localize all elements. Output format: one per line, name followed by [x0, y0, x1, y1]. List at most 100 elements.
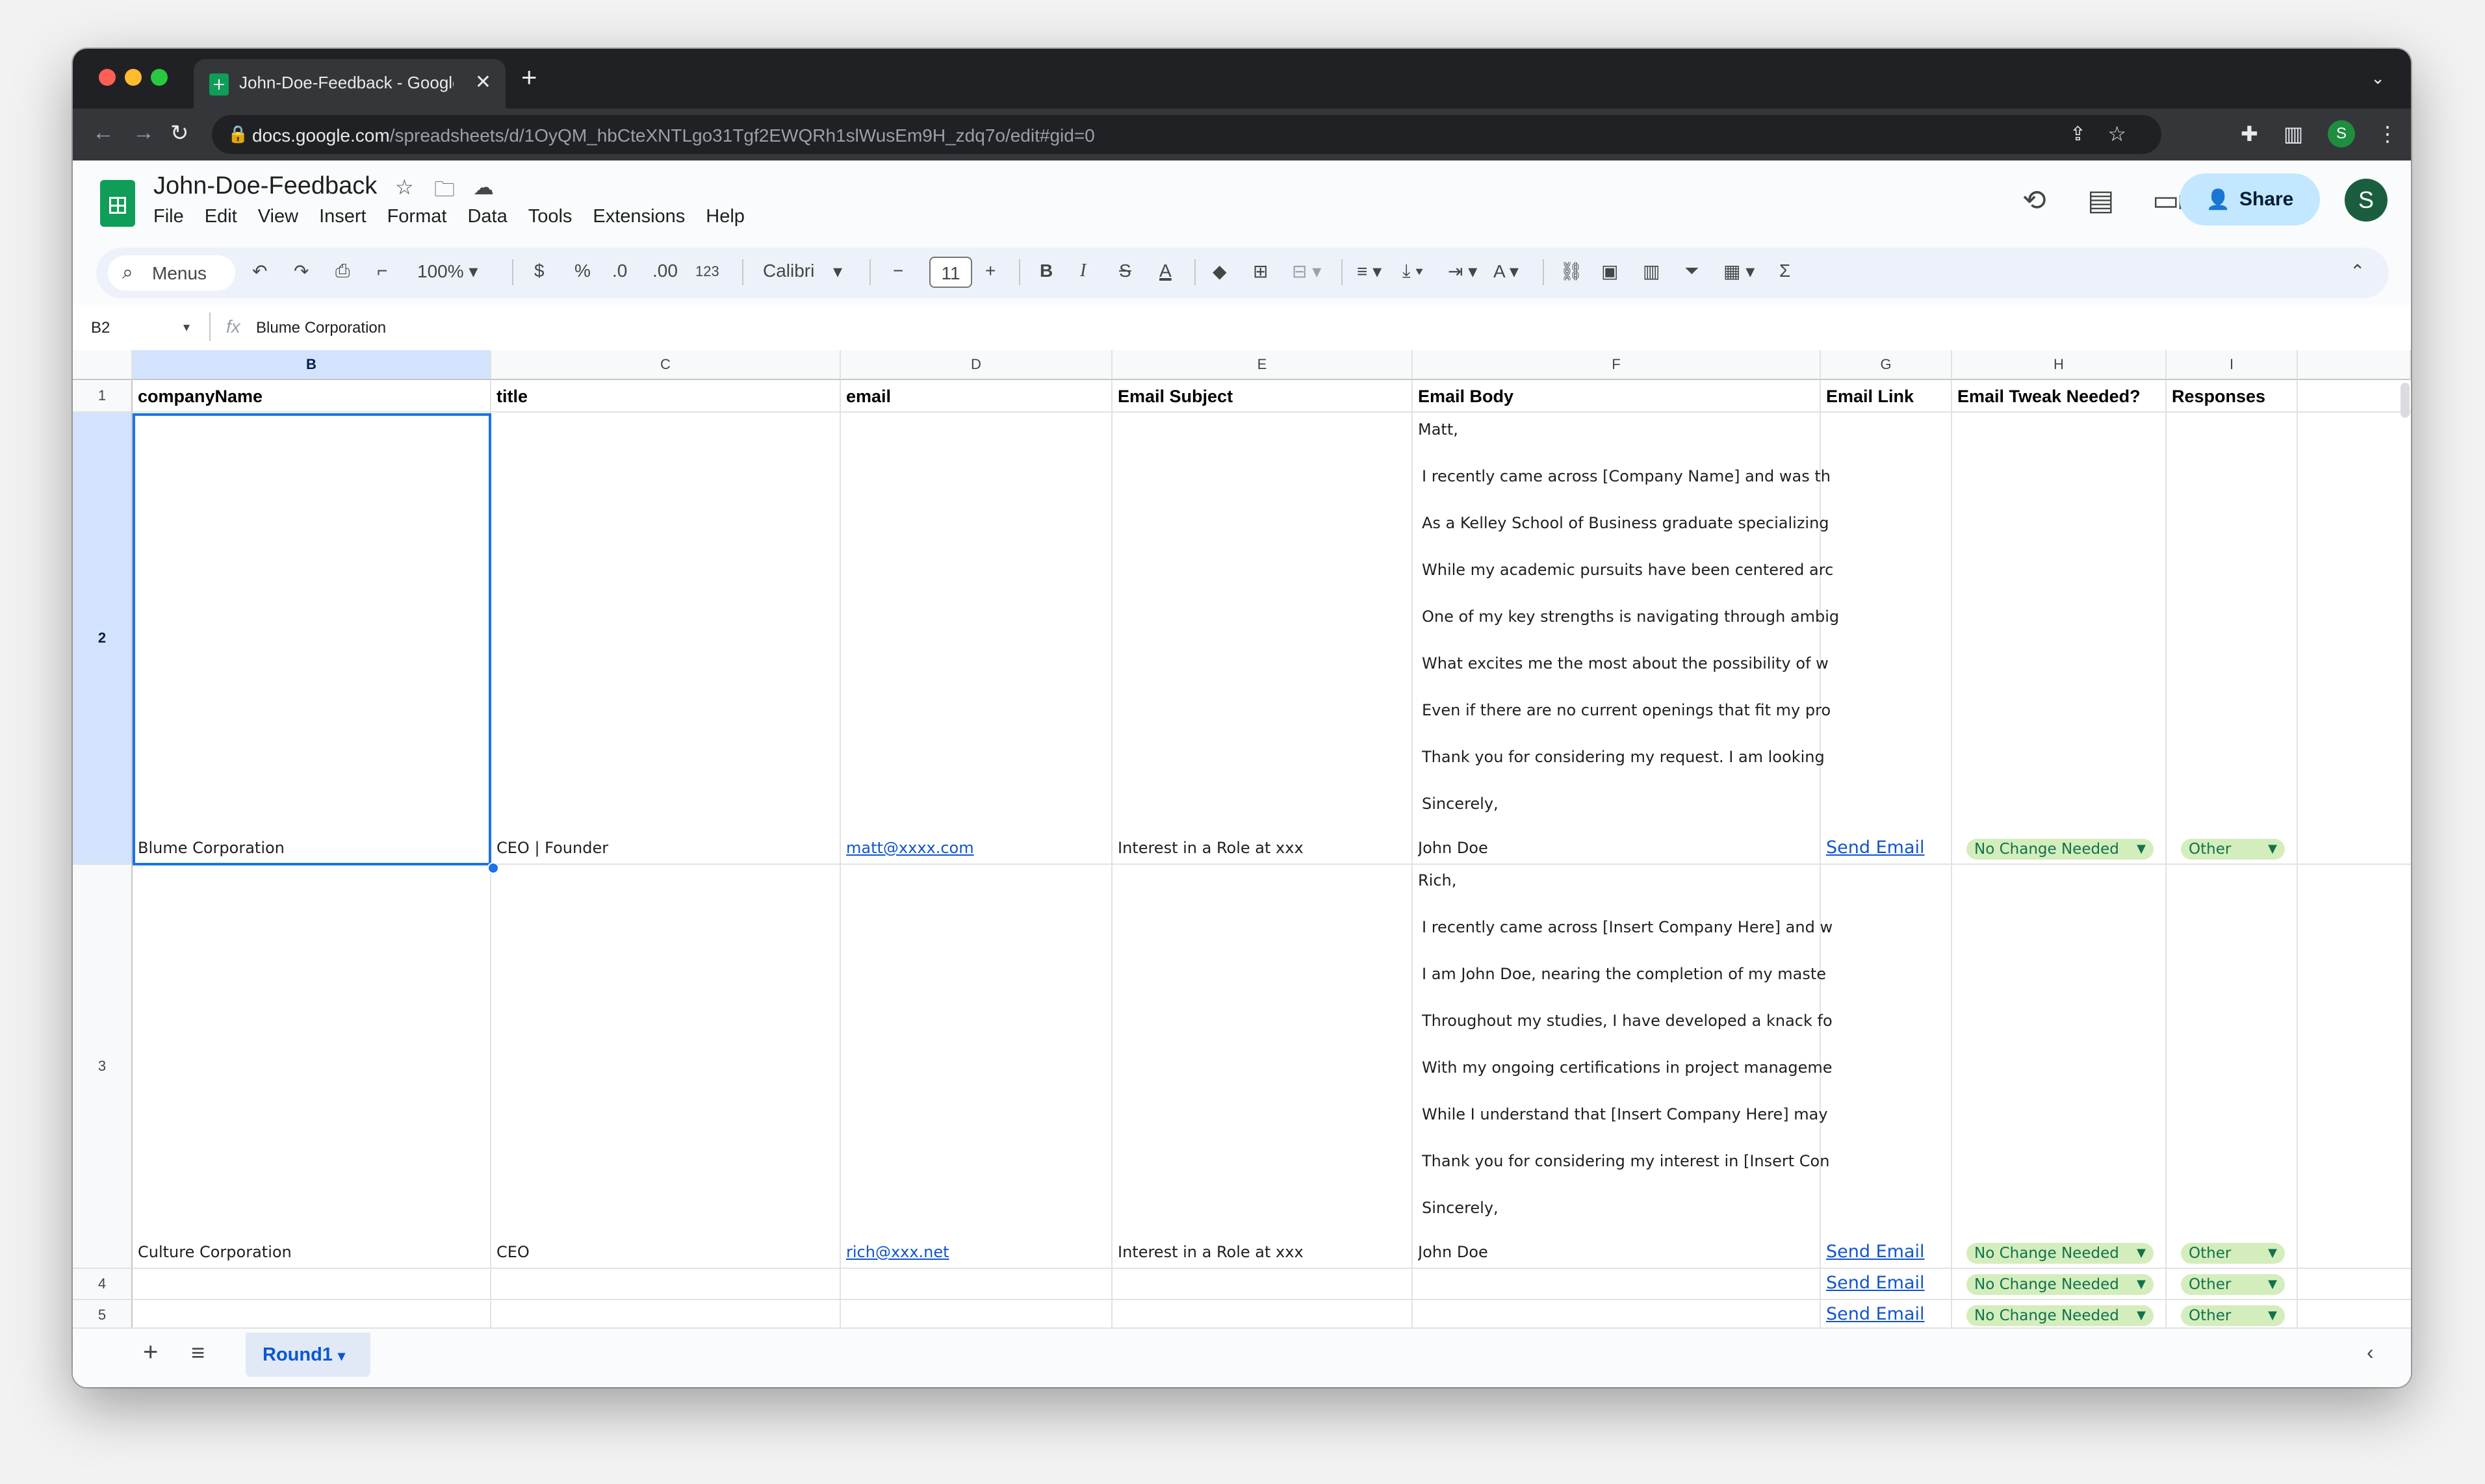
- response-chip[interactable]: Other ▼: [2181, 1243, 2285, 1264]
- sheet-tab-round1[interactable]: Round1 ▾: [246, 1333, 370, 1377]
- send-email-link[interactable]: Send Email: [1826, 838, 1925, 858]
- insert-link-icon[interactable]: ⛓: [1560, 261, 1583, 282]
- select-all-corner[interactable]: [73, 350, 133, 380]
- header-email-subject[interactable]: Email Subject: [1118, 387, 1406, 407]
- header-responses[interactable]: Responses: [2172, 387, 2293, 407]
- reload-icon[interactable]: ↻: [170, 120, 189, 146]
- decrease-decimal-button[interactable]: .0: [612, 261, 627, 281]
- vertical-align-icon[interactable]: ⤓ ▾: [1402, 261, 1423, 282]
- font-size-increase-icon[interactable]: +: [985, 261, 996, 281]
- insert-comment-icon[interactable]: ▣: [1601, 261, 1618, 282]
- name-box-dropdown-icon[interactable]: ▾: [183, 319, 190, 335]
- column-header-d[interactable]: D: [841, 350, 1113, 380]
- menu-file[interactable]: File: [153, 206, 184, 227]
- header-title[interactable]: title: [496, 387, 834, 407]
- move-folder-icon[interactable]: 🗀: [434, 175, 455, 210]
- row-header-2[interactable]: 2: [73, 413, 133, 865]
- send-email-link[interactable]: Send Email: [1826, 1273, 1925, 1293]
- menu-data[interactable]: Data: [467, 206, 507, 227]
- tweak-status-chip[interactable]: No Change Needed ▼: [1966, 1305, 2154, 1326]
- extensions-icon[interactable]: ✚: [2241, 122, 2258, 146]
- font-dropdown-icon[interactable]: ▾: [833, 261, 842, 282]
- response-chip[interactable]: Other ▼: [2181, 1305, 2285, 1326]
- tab-list-chevron-icon[interactable]: ⌄: [2371, 68, 2385, 88]
- cell-email-link[interactable]: rich@xxx.net: [846, 1243, 1106, 1261]
- insert-chart-icon[interactable]: ▥: [1643, 261, 1660, 282]
- column-header-h[interactable]: H: [1952, 350, 2167, 380]
- column-header-i[interactable]: I: [2167, 350, 2298, 380]
- tweak-status-chip[interactable]: No Change Needed ▼: [1966, 1274, 2154, 1295]
- text-wrapping-icon[interactable]: ⇥ ▾: [1448, 261, 1477, 282]
- font-select[interactable]: Calibri: [763, 261, 814, 281]
- font-size-decrease-icon[interactable]: −: [893, 261, 903, 281]
- row-header-3[interactable]: 3: [73, 865, 133, 1269]
- browser-menu-icon[interactable]: ⋮: [2377, 122, 2398, 146]
- send-email-link[interactable]: Send Email: [1826, 1304, 1925, 1324]
- browser-tab[interactable]: John-Doe-Feedback - Google ✕: [194, 59, 506, 109]
- bold-icon[interactable]: B: [1040, 261, 1053, 281]
- filter-views-icon[interactable]: ▦ ▾: [1723, 261, 1755, 282]
- menu-extensions[interactable]: Extensions: [593, 206, 685, 227]
- fill-color-icon[interactable]: ◆: [1213, 261, 1227, 282]
- column-header-e[interactable]: E: [1113, 350, 1413, 380]
- cell-email-subject[interactable]: Interest in a Role at xxx: [1118, 839, 1406, 857]
- cell-company-name[interactable]: Culture Corporation: [138, 1243, 482, 1261]
- borders-icon[interactable]: ⊞: [1253, 261, 1268, 282]
- row-header-1[interactable]: 1: [73, 380, 133, 413]
- cell-email-link[interactable]: matt@xxxx.com: [846, 839, 1106, 857]
- paint-format-icon[interactable]: ⌐: [377, 261, 387, 281]
- menu-view[interactable]: View: [258, 206, 298, 227]
- add-sheet-icon[interactable]: +: [143, 1338, 158, 1367]
- menu-help[interactable]: Help: [706, 206, 745, 227]
- text-color-icon[interactable]: A: [1159, 261, 1172, 281]
- bookmark-star-icon[interactable]: ☆: [2107, 122, 2126, 146]
- fill-handle[interactable]: [487, 862, 499, 874]
- cell-title[interactable]: CEO: [496, 1243, 834, 1261]
- zoom-select[interactable]: 100% ▾: [417, 261, 478, 282]
- header-email-tweak[interactable]: Email Tweak Needed?: [1957, 387, 2163, 407]
- column-header-g[interactable]: G: [1821, 350, 1952, 380]
- column-header-c[interactable]: C: [491, 350, 841, 380]
- menu-tools[interactable]: Tools: [528, 206, 573, 227]
- maximize-window-button[interactable]: [151, 69, 168, 86]
- share-button[interactable]: 👤 Share: [2180, 173, 2320, 225]
- side-panel-icon[interactable]: ▥: [2284, 122, 2303, 146]
- response-chip[interactable]: Other ▼: [2181, 1274, 2285, 1295]
- cell-email-subject[interactable]: Interest in a Role at xxx: [1118, 1243, 1406, 1261]
- close-window-button[interactable]: [99, 69, 116, 86]
- menu-insert[interactable]: Insert: [319, 206, 367, 227]
- sheet-tab-dropdown-icon[interactable]: ▾: [338, 1348, 345, 1364]
- tab-close-icon[interactable]: ✕: [475, 71, 491, 94]
- vertical-scrollbar[interactable]: [2401, 383, 2410, 418]
- functions-icon[interactable]: Σ: [1779, 261, 1790, 281]
- undo-icon[interactable]: ↶: [252, 261, 267, 282]
- currency-format-button[interactable]: $: [534, 261, 545, 281]
- search-menus-button[interactable]: ⌕ Menus: [108, 255, 235, 290]
- send-email-link[interactable]: Send Email: [1826, 1242, 1925, 1262]
- italic-icon[interactable]: I: [1080, 261, 1086, 281]
- star-icon[interactable]: ☆: [395, 175, 414, 199]
- document-title[interactable]: John-Doe-Feedback: [153, 172, 377, 200]
- account-avatar[interactable]: S: [2345, 179, 2388, 222]
- forward-icon[interactable]: →: [133, 120, 155, 146]
- share-page-icon[interactable]: ⇪: [2070, 123, 2086, 146]
- filter-icon[interactable]: ⏷: [1684, 261, 1699, 282]
- collapse-toolbar-icon[interactable]: ⌃: [2350, 261, 2365, 282]
- profile-avatar[interactable]: S: [2328, 120, 2355, 147]
- tweak-status-chip[interactable]: No Change Needed ▼: [1966, 839, 2154, 860]
- header-email-body[interactable]: Email Body: [1418, 387, 1814, 407]
- row-header-5[interactable]: 5: [73, 1300, 133, 1327]
- font-size-input[interactable]: 11: [929, 257, 972, 288]
- comments-icon[interactable]: ▤: [2087, 184, 2115, 217]
- column-header-j[interactable]: [2298, 350, 2411, 380]
- explore-collapse-icon[interactable]: ‹: [2367, 1340, 2374, 1364]
- print-icon[interactable]: ⎙: [335, 261, 350, 282]
- column-header-b[interactable]: B: [133, 350, 491, 380]
- cell-title[interactable]: CEO | Founder: [496, 839, 834, 857]
- header-company-name[interactable]: companyName: [138, 387, 482, 407]
- percent-format-button[interactable]: %: [574, 261, 591, 281]
- column-header-f[interactable]: F: [1413, 350, 1821, 380]
- row-header-4[interactable]: 4: [73, 1269, 133, 1300]
- header-email-link[interactable]: Email Link: [1826, 387, 1947, 407]
- minimize-window-button[interactable]: [125, 69, 142, 86]
